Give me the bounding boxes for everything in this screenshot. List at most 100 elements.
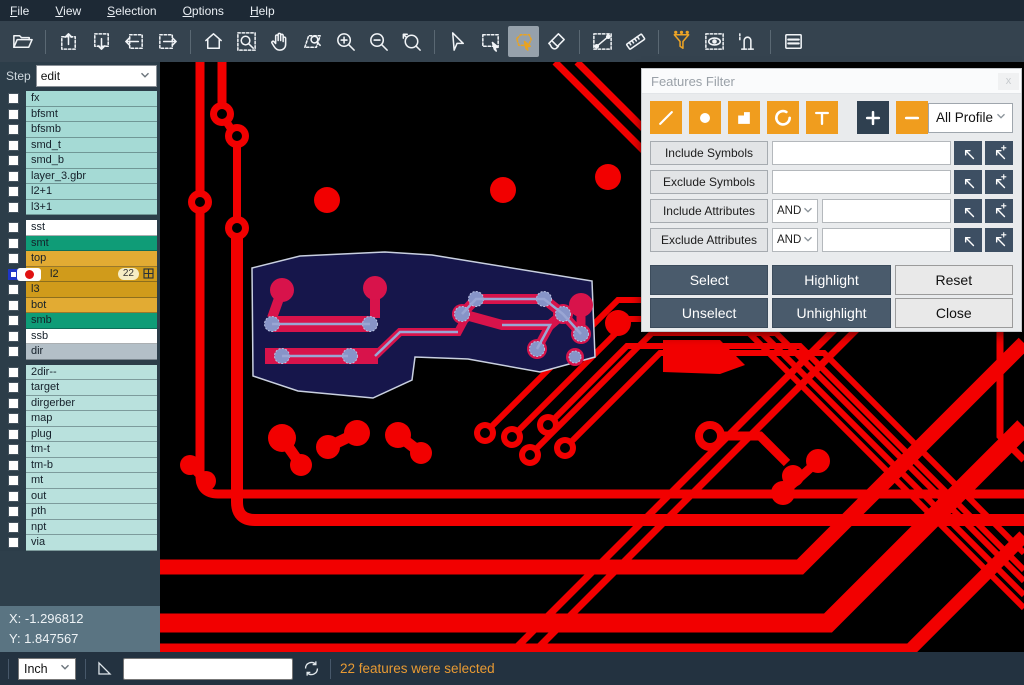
layer-name-cell[interactable]: tm-t	[26, 442, 157, 458]
zoom-area-button[interactable]	[231, 26, 262, 57]
layer-checkbox[interactable]	[8, 222, 19, 233]
layer-row-layer_3.gbr[interactable]: layer_3.gbr	[0, 169, 160, 185]
layer-name-cell[interactable]: via	[26, 535, 157, 551]
open-folder-button[interactable]	[7, 26, 38, 57]
layer-name-cell[interactable]: 2dir--	[26, 365, 157, 381]
layer-checkbox[interactable]	[8, 460, 19, 471]
layer-checkbox[interactable]	[8, 506, 19, 517]
exclude-attributes-button[interactable]: Exclude Attributes	[650, 228, 768, 252]
menu-file[interactable]: File	[10, 4, 29, 18]
layer-row-top[interactable]: top	[0, 251, 160, 267]
layer-checkbox[interactable]	[8, 140, 19, 151]
unselect-button[interactable]: Unselect	[650, 298, 768, 328]
exclude-symbols-input[interactable]	[772, 170, 951, 194]
layer-checkbox[interactable]	[8, 315, 19, 326]
include-symbols-button[interactable]: Include Symbols	[650, 141, 768, 165]
layer-name-cell[interactable]: dirgerber	[26, 396, 157, 412]
include-symbols-pick-button[interactable]	[954, 141, 982, 165]
layer-checkbox[interactable]	[8, 155, 19, 166]
layer-name-cell[interactable]: top	[26, 251, 157, 267]
layer-row-tm-b[interactable]: tm-b	[0, 458, 160, 474]
layer-row-npt[interactable]: npt	[0, 520, 160, 536]
layer-checkbox[interactable]	[8, 444, 19, 455]
include-attributes-operator-select[interactable]: AND	[772, 199, 818, 223]
unhighlight-button[interactable]: Unhighlight	[772, 298, 890, 328]
arrow-right-box-button[interactable]	[152, 26, 183, 57]
select-button[interactable]: Select	[650, 265, 768, 295]
exclude-symbols-pick-button[interactable]	[954, 170, 982, 194]
layer-name-cell[interactable]: tm-b	[26, 458, 157, 474]
surface-tool-button[interactable]	[728, 101, 760, 134]
layers-panel-button[interactable]	[778, 26, 809, 57]
pad-tool-button[interactable]	[689, 101, 721, 134]
layer-name-cell[interactable]: smd_b	[26, 153, 157, 169]
zoom-out-button[interactable]	[363, 26, 394, 57]
refresh-icon[interactable]	[302, 659, 321, 678]
layer-row-l3+1[interactable]: l3+1	[0, 200, 160, 216]
layer-name-cell[interactable]: l222	[26, 267, 157, 283]
exclude-attributes-operator-select[interactable]: AND	[772, 228, 818, 252]
include-symbols-pick-add-button[interactable]	[985, 141, 1013, 165]
layer-row-fx[interactable]: fx	[0, 91, 160, 107]
layer-name-cell[interactable]: ssb	[26, 329, 157, 345]
command-input[interactable]	[123, 658, 293, 680]
remove-mode-button[interactable]	[896, 101, 928, 134]
include-attributes-pick-add-button[interactable]	[985, 199, 1013, 223]
brush-button[interactable]	[541, 26, 572, 57]
layer-checkbox[interactable]	[8, 284, 19, 295]
arrow-left-box-button[interactable]	[119, 26, 150, 57]
snap-magnet-button[interactable]	[732, 26, 763, 57]
text-tool-button[interactable]	[806, 101, 838, 134]
layer-row-via[interactable]: via	[0, 535, 160, 551]
layer-name-cell[interactable]: l3+1	[26, 200, 157, 216]
dialog-title-bar[interactable]: Features Filter x	[642, 69, 1021, 94]
include-attributes-input[interactable]	[822, 199, 951, 223]
exclude-attributes-input[interactable]	[822, 228, 951, 252]
step-select[interactable]: edit	[36, 65, 157, 87]
angle-tool-icon[interactable]	[95, 659, 114, 678]
menu-selection[interactable]: Selection	[107, 4, 156, 18]
layer-row-bfsmb[interactable]: bfsmb	[0, 122, 160, 138]
layer-checkbox[interactable]	[8, 109, 19, 120]
include-attributes-button[interactable]: Include Attributes	[650, 199, 768, 223]
layer-row-sst[interactable]: sst	[0, 220, 160, 236]
filter-funnel-button[interactable]	[666, 26, 697, 57]
layer-checkbox[interactable]	[8, 93, 19, 104]
layer-checkbox[interactable]	[8, 475, 19, 486]
layer-checkbox[interactable]	[8, 253, 19, 264]
zoom-previous-button[interactable]	[396, 26, 427, 57]
layer-checkbox[interactable]	[8, 429, 19, 440]
units-select[interactable]: Inch	[18, 658, 76, 680]
layer-name-cell[interactable]: bfsmb	[26, 122, 157, 138]
home-button[interactable]	[198, 26, 229, 57]
layer-name-cell[interactable]: l3	[26, 282, 157, 298]
layer-name-cell[interactable]: target	[26, 380, 157, 396]
layer-name-cell[interactable]: l2+1	[26, 184, 157, 200]
exclude-attributes-pick-add-button[interactable]	[985, 228, 1013, 252]
layer-row-2dir--[interactable]: 2dir--	[0, 365, 160, 381]
layer-checkbox[interactable]	[8, 491, 19, 502]
layer-checkbox[interactable]	[8, 300, 19, 311]
layer-row-smb[interactable]: smb	[0, 313, 160, 329]
arrow-down-box-button[interactable]	[86, 26, 117, 57]
layer-name-cell[interactable]: fx	[26, 91, 157, 107]
layer-checkbox[interactable]	[8, 331, 19, 342]
include-attributes-pick-button[interactable]	[954, 199, 982, 223]
layer-checkbox[interactable]	[8, 522, 19, 533]
layer-checkbox[interactable]	[8, 346, 19, 357]
zoom-region-button[interactable]	[297, 26, 328, 57]
layer-row-smd_b[interactable]: smd_b	[0, 153, 160, 169]
layer-name-cell[interactable]: mt	[26, 473, 157, 489]
include-symbols-input[interactable]	[772, 141, 951, 165]
select-arrow-button[interactable]	[442, 26, 473, 57]
layer-name-cell[interactable]: sst	[26, 220, 157, 236]
layer-checkbox[interactable]	[8, 186, 19, 197]
layer-checkbox[interactable]	[8, 537, 19, 548]
pan-hand-button[interactable]	[264, 26, 295, 57]
layer-name-cell[interactable]: map	[26, 411, 157, 427]
layer-name-cell[interactable]: layer_3.gbr	[26, 169, 157, 185]
layer-row-mt[interactable]: mt	[0, 473, 160, 489]
measure-line-button[interactable]	[587, 26, 618, 57]
layer-row-smd_t[interactable]: smd_t	[0, 138, 160, 154]
layer-checkbox[interactable]	[8, 124, 19, 135]
